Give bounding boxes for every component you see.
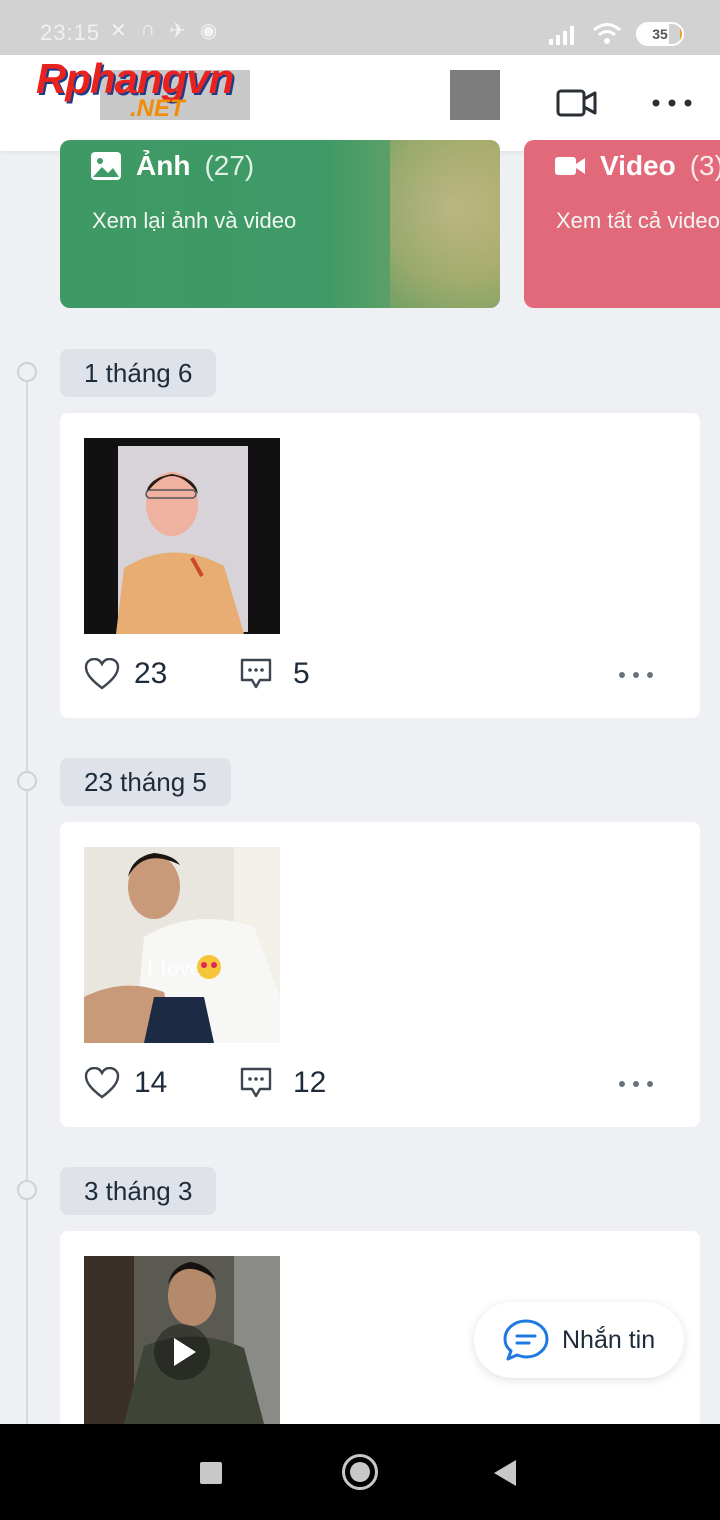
message-button[interactable]: Nhắn tin [474, 1302, 684, 1378]
status-notification-icons: ✕ ∩ ✈ ◉ [110, 18, 217, 43]
image-icon [91, 152, 121, 180]
status-system-icons: 35 [548, 22, 684, 46]
like-count: 14 [134, 1066, 168, 1099]
battery-icon: 35 [636, 22, 684, 46]
album-label: Ảnh [136, 150, 191, 181]
system-nav-bar [0, 1424, 720, 1520]
watermark-logo-suffix: .NET [130, 95, 185, 122]
post-card: I love 14 12 [60, 822, 700, 1127]
hotspot-icon: ◉ [199, 20, 218, 42]
album-subtitle: Xem tất cả video [556, 208, 720, 233]
album-count: (27) [204, 150, 255, 181]
signal-icon [549, 26, 574, 45]
post-video-thumbnail[interactable] [84, 1256, 280, 1424]
like-button[interactable]: 23 [84, 657, 167, 691]
album-label: Video [600, 150, 676, 181]
headset-icon: ∩ [140, 18, 156, 40]
like-count: 23 [134, 657, 168, 690]
heart-icon [84, 1067, 120, 1099]
timeline-dot [17, 771, 37, 791]
post-more-icon[interactable] [618, 1080, 654, 1088]
airplane-icon: ✈ [169, 20, 186, 42]
comment-count: 12 [293, 1066, 327, 1099]
post-photo[interactable]: I love [84, 847, 280, 1043]
date-chip: 1 tháng 6 [60, 349, 217, 397]
back-button[interactable] [494, 1460, 516, 1486]
heart-icon [84, 658, 120, 690]
comment-icon [240, 1067, 272, 1098]
comment-count: 5 [293, 657, 310, 690]
videos-album-card[interactable]: Video (3) Xem tất cả video [524, 140, 720, 308]
date-chip: 23 tháng 5 [60, 758, 231, 806]
photos-album-card[interactable]: Ảnh (27) Xem lại ảnh và video [60, 140, 500, 308]
wifi-icon [593, 23, 621, 44]
timeline-dot [17, 362, 37, 382]
timeline-dot [17, 1180, 37, 1200]
chat-icon [503, 1319, 549, 1361]
comment-icon [240, 658, 272, 689]
avatar[interactable] [450, 70, 500, 120]
comment-button[interactable]: 12 [239, 1066, 326, 1100]
status-time: 23:15 [40, 20, 101, 45]
comment-button[interactable]: 5 [239, 657, 310, 691]
message-button-label: Nhắn tin [562, 1325, 656, 1354]
home-button[interactable] [342, 1454, 378, 1490]
svg-text:I love: I love [146, 956, 202, 980]
timeline-line [26, 372, 28, 1432]
video-call-icon[interactable] [556, 85, 598, 121]
album-cover-thumbnail [390, 140, 500, 308]
battery-level: 35 [652, 26, 668, 42]
post-card: 23 5 [60, 413, 700, 718]
like-button[interactable]: 14 [84, 1066, 167, 1100]
video-icon [555, 157, 585, 175]
post-more-icon[interactable] [618, 671, 654, 679]
album-subtitle: Xem lại ảnh và video [92, 208, 297, 233]
album-count: (3) [689, 150, 720, 181]
recent-apps-button[interactable] [200, 1462, 222, 1484]
date-chip: 3 tháng 3 [60, 1167, 217, 1215]
profile-header: Rphangvn .NET [0, 55, 720, 151]
more-options-icon[interactable] [652, 99, 692, 107]
mute-icon: ✕ [110, 20, 127, 42]
post-photo[interactable] [84, 438, 280, 634]
